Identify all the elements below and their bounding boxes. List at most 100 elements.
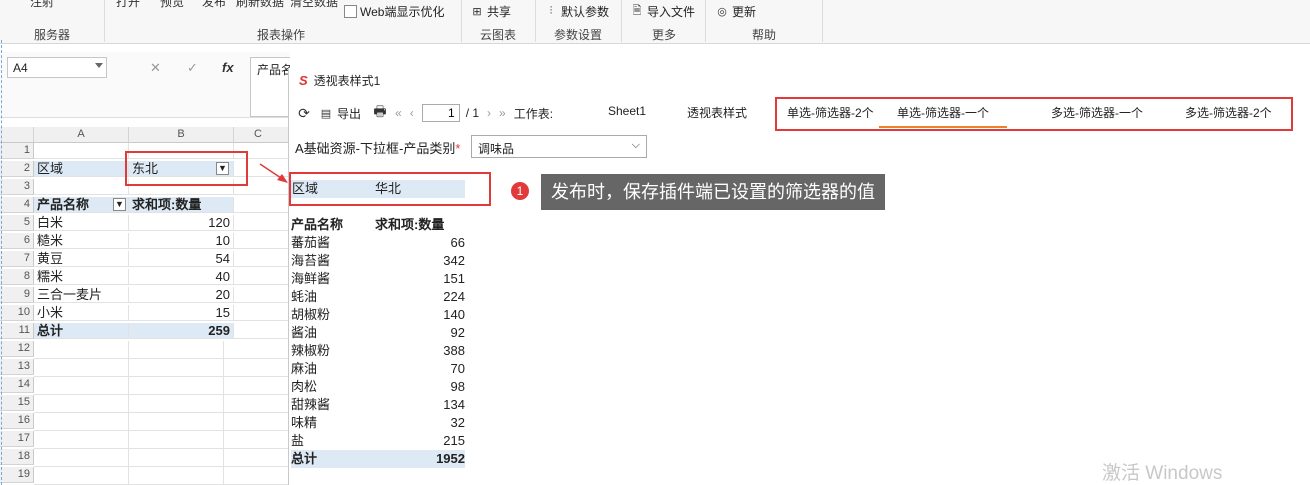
item-name-cell[interactable]: 糙米 (34, 233, 129, 249)
checkbox-icon (344, 4, 357, 18)
row-header[interactable]: 2 (0, 161, 34, 177)
export-label: 导出 (337, 106, 362, 121)
row-header[interactable]: 11 (0, 323, 34, 339)
formula-bar: A4 ✕ ✓ fx 产品名称 (0, 52, 290, 118)
refresh-button[interactable]: ⟳ (297, 105, 311, 121)
item-qty-cell[interactable]: 54 (129, 251, 234, 267)
grid-cell[interactable] (234, 323, 290, 339)
grid-cell[interactable] (234, 197, 290, 213)
pivot-item-qty: 70 (450, 361, 465, 376)
row-header[interactable]: 4 (0, 197, 34, 213)
grid-cell[interactable] (234, 215, 290, 231)
total-value-cell[interactable]: 259 (129, 323, 234, 339)
product-category-select[interactable]: 调味品 ⌵ (471, 135, 647, 158)
item-qty-cell[interactable]: 15 (129, 305, 234, 321)
grid-cell[interactable] (234, 233, 290, 249)
column-header-c[interactable]: C (234, 127, 290, 143)
next-page-button[interactable]: › (487, 106, 491, 120)
item-name-cell[interactable]: 小米 (34, 305, 129, 321)
ribbon-button-cut-3[interactable]: 预览 (160, 0, 184, 10)
row-header[interactable]: 16 (0, 413, 34, 429)
region-label-cell[interactable]: 区域 (34, 161, 129, 177)
item-qty-cell[interactable]: 10 (129, 233, 234, 249)
ribbon-button-cut-4[interactable]: 发布 (202, 0, 226, 10)
update-label: 更新 (732, 4, 757, 19)
print-button[interactable]: 🖶 (373, 103, 387, 120)
pivot-item-name: 甜辣酱 (291, 397, 331, 412)
row-header[interactable]: 9 (0, 287, 34, 303)
default-params-button[interactable]: ⫶ 默认参数 (544, 2, 609, 20)
page-number-input[interactable] (421, 104, 460, 122)
row-header[interactable]: 8 (0, 269, 34, 285)
share-button[interactable]: ⊞ 共享 (470, 2, 511, 20)
row-header[interactable]: 14 (0, 377, 34, 393)
row-header[interactable]: 10 (0, 305, 34, 321)
ribbon-button-cut-2[interactable]: 打开 (116, 0, 140, 10)
item-name-cell[interactable]: 白米 (34, 215, 129, 231)
ribbon: 注射 打开 预览 发布 刷新数据 清空数据 Web端显示优化 ⊞ 共享 ⫶ 默认… (0, 0, 1310, 44)
row-header[interactable]: 3 (0, 179, 34, 195)
prev-page-button[interactable]: ‹ (410, 106, 414, 120)
row-header[interactable]: 12 (0, 341, 34, 357)
column-header-a[interactable]: A (34, 127, 129, 143)
update-button[interactable]: ◎ 更新 (715, 2, 756, 20)
grid-cell[interactable] (234, 305, 290, 321)
item-qty-cell[interactable]: 40 (129, 269, 234, 285)
chevron-down-icon[interactable] (95, 63, 103, 68)
pivot-item-qty: 388 (443, 343, 465, 358)
name-box[interactable]: A4 (7, 57, 107, 78)
total-label-cell[interactable]: 总计 (34, 323, 129, 339)
row-header[interactable]: 13 (0, 359, 34, 375)
formula-input[interactable]: 产品名称 (250, 57, 290, 117)
group-label-server: 服务器 (34, 28, 71, 42)
ribbon-button-cut-1[interactable]: 注射 (30, 0, 54, 10)
header-name-cell[interactable]: 产品名称 ▼ (34, 197, 129, 213)
row-header[interactable]: 6 (0, 233, 34, 249)
ribbon-button-cut-5[interactable]: 刷新数据 (236, 0, 284, 10)
group-label-more: 更多 (652, 28, 677, 42)
row-header[interactable]: 1 (0, 143, 34, 159)
cancel-icon[interactable]: ✕ (150, 60, 161, 76)
confirm-icon[interactable]: ✓ (187, 60, 198, 76)
export-button[interactable]: ▤ 导出 (319, 105, 361, 122)
select-all-corner[interactable] (0, 127, 34, 143)
empty-grid-area[interactable] (34, 341, 290, 485)
grid-cell[interactable] (34, 143, 129, 159)
header-sum-cell[interactable]: 求和项:数量 (129, 197, 234, 213)
chevron-down-icon[interactable]: ▼ (113, 198, 126, 211)
import-file-button[interactable]: 🗎 导入文件 (630, 2, 695, 20)
row-header[interactable]: 5 (0, 215, 34, 231)
fx-icon[interactable]: fx (222, 60, 234, 75)
row-header[interactable]: 17 (0, 431, 34, 447)
tab-pivot-style[interactable]: 透视表样式 (687, 104, 747, 121)
tab-sheet1[interactable]: Sheet1 (608, 104, 646, 118)
pivot-item-qty: 215 (443, 433, 465, 448)
column-header-b[interactable]: B (129, 127, 234, 143)
pivot-item-name: 肉松 (291, 379, 318, 394)
item-name-cell[interactable]: 糯米 (34, 269, 129, 285)
row-header[interactable]: 18 (0, 449, 34, 465)
grid-cell[interactable] (234, 287, 290, 303)
pivot-item-qty: 224 (443, 289, 465, 304)
row-header[interactable]: 19 (0, 467, 34, 483)
item-name-cell[interactable]: 三合一麦片 (34, 287, 129, 303)
grid-cell[interactable] (234, 251, 290, 267)
row-header[interactable]: 7 (0, 251, 34, 267)
web-optimize-label: Web端显示优化 (360, 4, 445, 19)
pivot-item-name: 辣椒粉 (291, 343, 331, 358)
web-optimize-checkbox[interactable]: Web端显示优化 (344, 2, 444, 20)
last-page-button[interactable]: » (499, 106, 506, 120)
grid-cell[interactable] (34, 179, 129, 195)
item-name-cell[interactable]: 黄豆 (34, 251, 129, 267)
required-mark: * (455, 141, 461, 156)
pivot-item-name: 酱油 (291, 325, 318, 340)
pivot-item-qty: 140 (443, 307, 465, 322)
pivot-item-qty: 66 (450, 235, 465, 250)
formula-input-value: 产品名称 (257, 63, 290, 77)
first-page-button[interactable]: « (395, 106, 402, 120)
ribbon-button-cut-6[interactable]: 清空数据 (290, 0, 338, 10)
row-header[interactable]: 15 (0, 395, 34, 411)
grid-cell[interactable] (234, 269, 290, 285)
item-qty-cell[interactable]: 20 (129, 287, 234, 303)
item-qty-cell[interactable]: 120 (129, 215, 234, 231)
